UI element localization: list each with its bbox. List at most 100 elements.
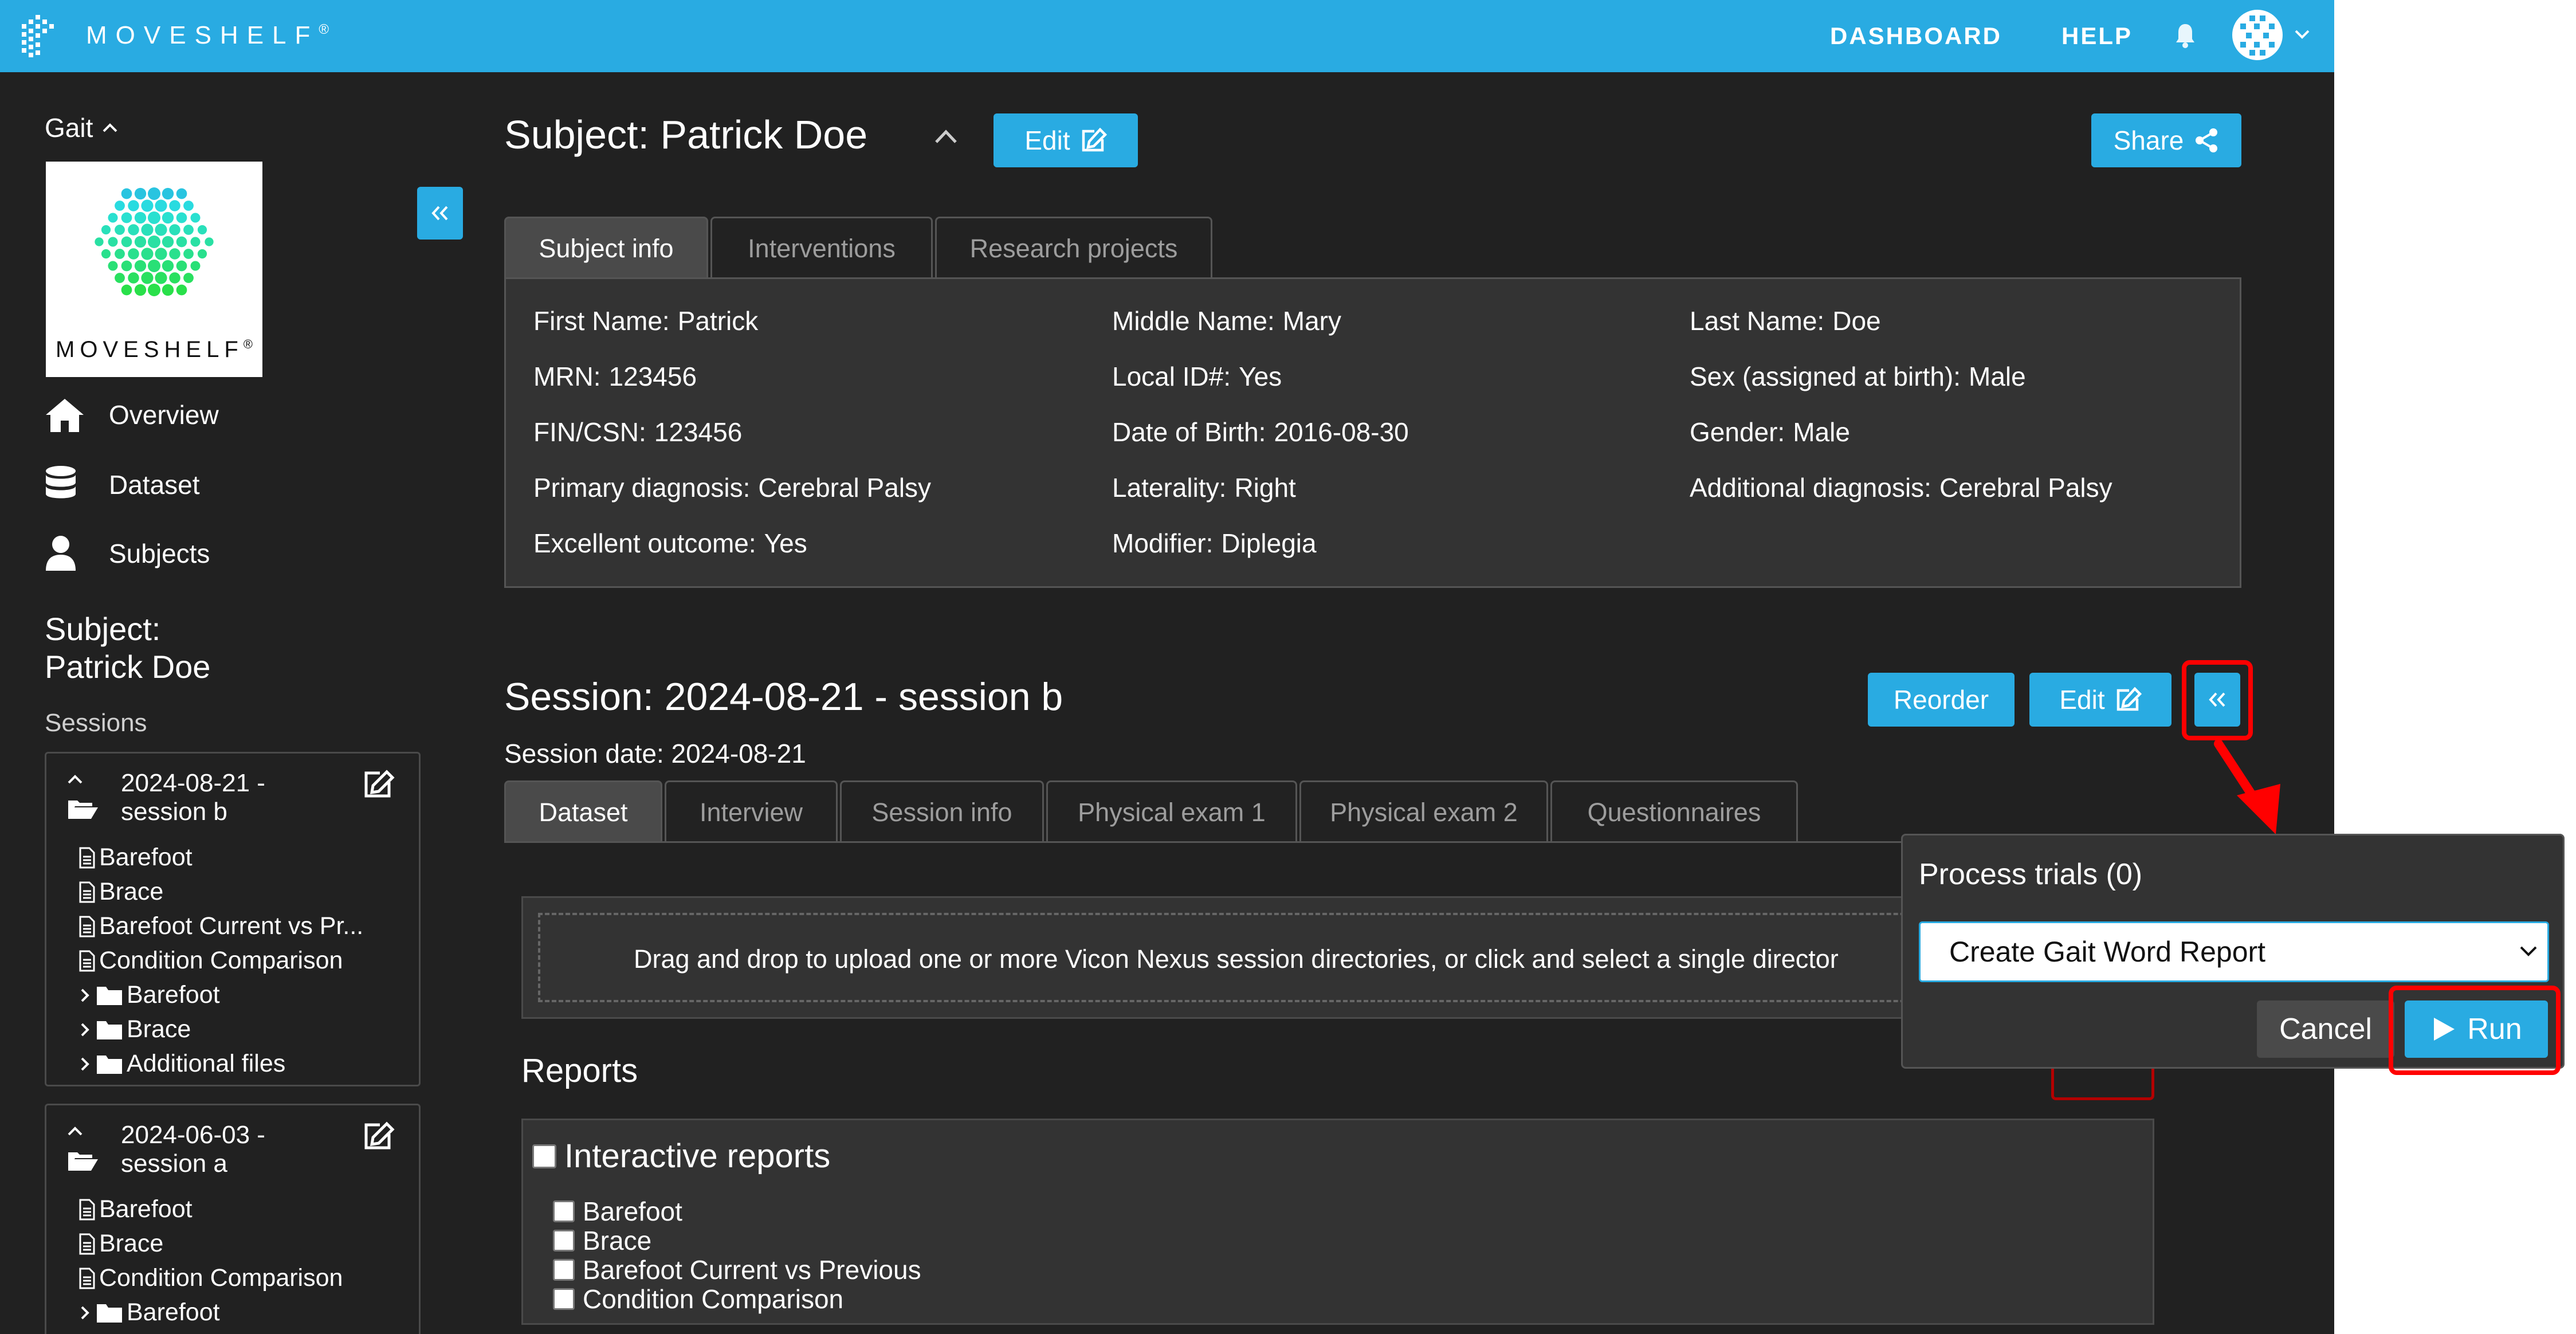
project-selector[interactable]: Gait [45, 115, 118, 141]
edit-session-icon[interactable] [363, 770, 395, 799]
annotation-highlight [2182, 660, 2253, 740]
session-card: 2024-06-03 - session a Barefoot Brace Co… [45, 1104, 421, 1334]
chevron-up-icon[interactable] [67, 774, 83, 784]
share-button[interactable]: Share [2091, 113, 2241, 167]
chevron-up-icon[interactable] [67, 1126, 83, 1136]
logo-dot [128, 272, 139, 284]
session-title[interactable]: 2024-06-03 - [121, 1123, 265, 1148]
logo-dot [148, 260, 160, 272]
report-controls-partial [2051, 1068, 2154, 1100]
logo-dot [128, 224, 139, 236]
report-item-condition-comparison[interactable]: Condition Comparison [553, 1286, 921, 1312]
folder-item[interactable]: Brace [78, 1017, 363, 1042]
reports-heading: Reports [521, 1052, 638, 1089]
logo-dot [141, 199, 154, 212]
logo-dot [190, 213, 201, 223]
field-middle-name: Middle Name: Mary [1112, 306, 1342, 336]
folder-item[interactable]: Barefoot [78, 983, 363, 1007]
folder-item[interactable]: Barefoot [78, 1300, 343, 1325]
collapse-sidebar-button[interactable] [417, 187, 463, 240]
logo-dot [176, 260, 187, 272]
report-item-barefoot[interactable]: Barefoot [553, 1198, 921, 1225]
edit-session-icon[interactable] [363, 1121, 395, 1151]
checkbox[interactable] [553, 1200, 575, 1222]
folder-open-icon [67, 797, 99, 820]
logo-dot [134, 284, 147, 296]
session-subtitle[interactable]: session b [121, 799, 227, 825]
list-item[interactable]: Condition Comparison [78, 948, 363, 973]
database-icon [46, 466, 76, 499]
app-window: MOVESHELF® DASHBOARD HELP Gait MOVESHELF… [0, 0, 2334, 1334]
moveshelf-cube-icon[interactable] [17, 13, 58, 58]
tab-research-projects[interactable]: Research projects [935, 217, 1212, 278]
user-avatar[interactable] [2232, 10, 2283, 60]
tab-physical-exam-1[interactable]: Physical exam 1 [1046, 780, 1297, 842]
field-local-id: Local ID#: Yes [1112, 362, 1282, 391]
logo-dot [162, 236, 174, 248]
report-item-barefoot-current-vs-previous[interactable]: Barefoot Current vs Previous [553, 1257, 921, 1283]
home-icon [46, 399, 84, 432]
file-icon [79, 1199, 95, 1220]
report-item-brace[interactable]: Brace [553, 1227, 921, 1254]
logo-dot [134, 211, 147, 224]
list-item[interactable]: Brace [78, 1231, 343, 1256]
tab-session-info[interactable]: Session info [840, 780, 1044, 842]
edit-subject-button[interactable]: Edit [994, 113, 1138, 167]
tab-interventions[interactable]: Interventions [710, 217, 933, 278]
list-item[interactable]: Brace [78, 880, 363, 904]
logo-dot [183, 273, 194, 283]
logo-dot [155, 199, 167, 212]
interactive-reports-checkbox[interactable]: Interactive reports [532, 1140, 830, 1173]
sidebar-item-dataset[interactable]: Dataset [45, 465, 200, 504]
session-title[interactable]: 2024-08-21 - [121, 771, 265, 796]
session-subtitle[interactable]: session a [121, 1151, 227, 1176]
annotation-highlight [2389, 986, 2561, 1075]
logo-dot [176, 212, 187, 223]
sidebar-item-overview[interactable]: Overview [45, 397, 219, 433]
moveshelf-logo-icon [95, 187, 214, 296]
logo-dot [95, 237, 104, 246]
logo-dot [134, 187, 147, 200]
annotation-arrow-icon [2212, 740, 2292, 839]
brand-name[interactable]: MOVESHELF® [86, 23, 329, 48]
process-type-select[interactable]: Create Gait Word Report [1919, 921, 2549, 982]
reports-panel: Interactive reports Barefoot Brace Baref… [521, 1119, 2154, 1325]
file-icon [79, 1233, 95, 1254]
edit-session-button[interactable]: Edit [2029, 673, 2171, 727]
tab-subject-info[interactable]: Subject info [504, 217, 708, 278]
cancel-button[interactable]: Cancel [2257, 1000, 2394, 1058]
logo-dot [169, 272, 180, 284]
checkbox[interactable] [532, 1144, 556, 1168]
file-icon [79, 847, 95, 868]
checkbox[interactable] [553, 1230, 575, 1251]
checkbox[interactable] [553, 1288, 575, 1310]
chevron-up-icon[interactable] [934, 128, 958, 144]
field-excellent-outcome: Excellent outcome: Yes [533, 528, 807, 558]
nav-help-link[interactable]: HELP [2061, 24, 2133, 48]
chevron-down-icon[interactable] [2294, 29, 2310, 40]
folder-item[interactable]: Additional files [78, 1051, 363, 1076]
list-item[interactable]: Condition Comparison [78, 1266, 343, 1290]
field-additional-diagnosis: Additional diagnosis: Cerebral Palsy [1690, 473, 2112, 503]
tab-physical-exam-2[interactable]: Physical exam 2 [1299, 780, 1548, 842]
field-mrn: MRN: 123456 [533, 362, 697, 391]
logo-dot [197, 249, 207, 259]
logo-dot [205, 237, 214, 246]
list-item[interactable]: Barefoot [78, 845, 363, 870]
bell-icon[interactable] [2175, 23, 2196, 48]
list-item[interactable]: Barefoot [78, 1197, 343, 1222]
tab-questionnaires[interactable]: Questionnaires [1550, 780, 1798, 842]
tab-dataset[interactable]: Dataset [504, 780, 662, 842]
logo-dot [134, 236, 147, 248]
sidebar-item-subjects[interactable]: Subjects [45, 535, 210, 572]
list-item[interactable]: Barefoot Current vs Pr... [78, 914, 363, 939]
tab-interview[interactable]: Interview [665, 780, 838, 842]
nav-dashboard-link[interactable]: DASHBOARD [1830, 24, 2002, 48]
user-icon [46, 536, 76, 571]
checkbox[interactable] [553, 1259, 575, 1281]
sidebar-subject-name: Patrick Doe [45, 649, 211, 685]
logo-dot [148, 236, 160, 248]
logo-dot [115, 225, 125, 235]
reorder-button[interactable]: Reorder [1868, 673, 2015, 727]
field-last-name: Last Name: Doe [1690, 306, 1881, 336]
